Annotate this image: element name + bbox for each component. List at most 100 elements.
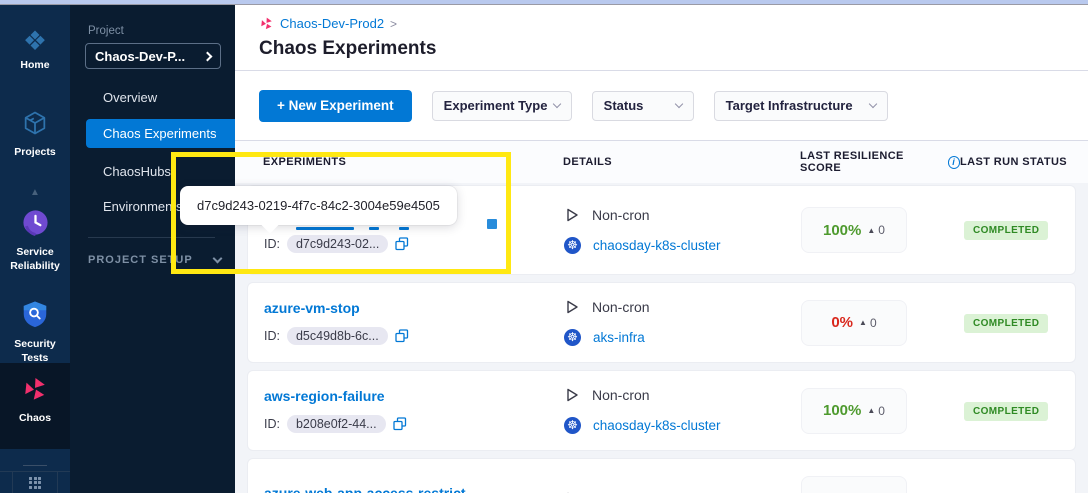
nav-projects[interactable]: Projects (0, 109, 70, 160)
col-last-resilience-score: LAST RESILIENCE SCORE i (800, 150, 960, 174)
table-row[interactable]: azure-web-app-access-restrict Non-cron (247, 458, 1076, 493)
experiment-id-tooltip-text: d7c9d243-0219-4f7c-84c2-3004e59e4505 (197, 198, 440, 213)
play-icon (564, 387, 580, 403)
nav-home-label: Home (20, 59, 49, 73)
status-badge: COMPLETED (964, 402, 1048, 421)
breadcrumb-chaos-icon (259, 16, 274, 31)
score-delta: ▲ 0 (867, 223, 885, 237)
chevron-right-icon (203, 51, 213, 61)
chaos-icon (21, 375, 49, 408)
home-icon: ❖ (23, 27, 47, 55)
score-delta: ▲ 0 (867, 404, 885, 418)
sidebar-divider (88, 237, 215, 238)
score-delta: ▲ 0 (859, 316, 877, 330)
experiment-id-tooltip: d7c9d243-0219-4f7c-84c2-3004e59e4505 (180, 186, 457, 225)
filter-status[interactable]: Status (592, 91, 694, 121)
nav-chaos-label: Chaos (19, 412, 51, 426)
nav-security-tests-label: Security Tests (0, 338, 70, 365)
resilience-score-pill (801, 476, 907, 493)
infrastructure-link[interactable]: chaosday-k8s-cluster (593, 418, 721, 433)
experiment-id-chip: d5c49d8b-6c... (287, 327, 388, 345)
col-experiments: EXPERIMENTS (263, 156, 563, 168)
schedule-type: Non-cron (592, 387, 650, 403)
breadcrumb: Chaos-Dev-Prod2 > (259, 16, 1088, 31)
nav-chaos[interactable]: Chaos (0, 375, 70, 426)
nav-security-tests[interactable]: Security Tests (0, 299, 70, 365)
module-picker-button[interactable] (12, 472, 58, 493)
experiment-name-link[interactable]: aws-region-failure (264, 388, 385, 404)
nav-service-reliability-label: Service Reliability (0, 246, 70, 273)
new-experiment-button[interactable]: + New Experiment (259, 90, 412, 122)
schedule-type: Non-cron (592, 299, 650, 315)
projects-icon (21, 109, 49, 142)
service-reliability-icon (21, 208, 50, 242)
table-row[interactable]: azure-vm-stop ID: d5c49d8b-6c... (247, 282, 1076, 363)
project-setup-label: PROJECT SETUP (88, 254, 193, 266)
copy-icon[interactable] (395, 237, 409, 251)
sidebar-item-environments[interactable]: Environments (103, 199, 182, 214)
chevron-down-icon (868, 100, 876, 108)
triangle-up-icon: ▲ (859, 318, 867, 327)
copy-icon[interactable] (393, 417, 407, 431)
score-value: 0% (831, 314, 853, 331)
filter-target-infrastructure-label: Target Infrastructure (726, 98, 853, 113)
chevron-down-icon (213, 254, 223, 264)
nav-projects-label: Projects (14, 146, 55, 160)
infrastructure-link[interactable]: chaosday-k8s-cluster (593, 238, 721, 253)
experiment-name-link[interactable]: azure-vm-stop (264, 300, 360, 316)
page-header: Chaos-Dev-Prod2 > Chaos Experiments (235, 5, 1088, 71)
project-setup-section[interactable]: PROJECT SETUP (88, 254, 221, 266)
obscured-link-fragment (296, 227, 354, 230)
status-badge: COMPLETED (964, 314, 1048, 333)
kubernetes-icon: ☸ (564, 417, 581, 434)
sidebar-item-chaoshubs[interactable]: ChaosHubs (103, 164, 171, 179)
sidebar-item-chaos-experiments-label: Chaos Experiments (103, 126, 216, 141)
project-selector-value: Chaos-Dev-P... (95, 49, 185, 64)
resilience-score-pill: 100% ▲ 0 (801, 207, 907, 253)
filter-status-label: Status (604, 98, 644, 113)
filter-experiment-type-label: Experiment Type (444, 98, 548, 113)
module-nav-rail: ❖ Home Projects ▲ Service (0, 5, 70, 493)
obscured-link-fragment (399, 227, 409, 230)
nav-service-reliability[interactable]: Service Reliability (0, 208, 70, 273)
triangle-up-icon: ▲ (867, 226, 875, 235)
id-label: ID: (264, 329, 280, 343)
triangle-up-icon: ▲ (867, 406, 875, 415)
filter-target-infrastructure[interactable]: Target Infrastructure (714, 91, 888, 121)
main-content: Chaos-Dev-Prod2 > Chaos Experiments + Ne… (235, 5, 1088, 493)
play-icon (564, 299, 580, 315)
col-details: DETAILS (563, 156, 800, 168)
obscured-icon-fragment (487, 219, 497, 229)
resilience-score-pill: 0% ▲ 0 (801, 300, 907, 346)
copy-icon[interactable] (395, 329, 409, 343)
filter-experiment-type[interactable]: Experiment Type (432, 91, 572, 121)
project-label: Project (88, 25, 124, 37)
project-selector[interactable]: Chaos-Dev-P... (85, 43, 221, 69)
nav-home[interactable]: ❖ Home (0, 27, 70, 73)
info-icon[interactable]: i (948, 156, 960, 169)
experiment-name-link[interactable]: azure-web-app-access-restrict (264, 485, 466, 493)
status-badge: COMPLETED (964, 221, 1048, 240)
play-icon (564, 207, 580, 223)
kubernetes-icon: ☸ (564, 237, 581, 254)
project-sidebar: Project Chaos-Dev-P... Overview Chaos Ex… (70, 5, 235, 493)
score-value: 100% (823, 222, 861, 239)
chevron-down-icon (552, 100, 560, 108)
sidebar-item-chaos-experiments[interactable]: Chaos Experiments (86, 119, 235, 148)
table-row[interactable]: aws-region-failure ID: b208e0f2-44... (247, 370, 1076, 451)
infrastructure-link[interactable]: aks-infra (593, 330, 645, 345)
schedule-type: Non-cron (592, 207, 650, 223)
grid-icon (29, 477, 41, 489)
nav-scroll-up-icon[interactable]: ▲ (0, 187, 70, 198)
breadcrumb-project-link[interactable]: Chaos-Dev-Prod2 (280, 16, 384, 31)
col-last-run-status: LAST RUN STATUS (960, 156, 1088, 168)
experiment-id-chip: d7c9d243-02... (287, 235, 388, 253)
sidebar-item-overview[interactable]: Overview (103, 90, 157, 105)
score-value: 100% (823, 402, 861, 419)
table-header: EXPERIMENTS DETAILS LAST RESILIENCE SCOR… (235, 141, 1088, 183)
security-tests-icon (20, 299, 50, 334)
id-label: ID: (264, 417, 280, 431)
page-title: Chaos Experiments (259, 38, 1088, 60)
rail-footer (0, 471, 70, 493)
obscured-link-fragment (369, 227, 379, 230)
